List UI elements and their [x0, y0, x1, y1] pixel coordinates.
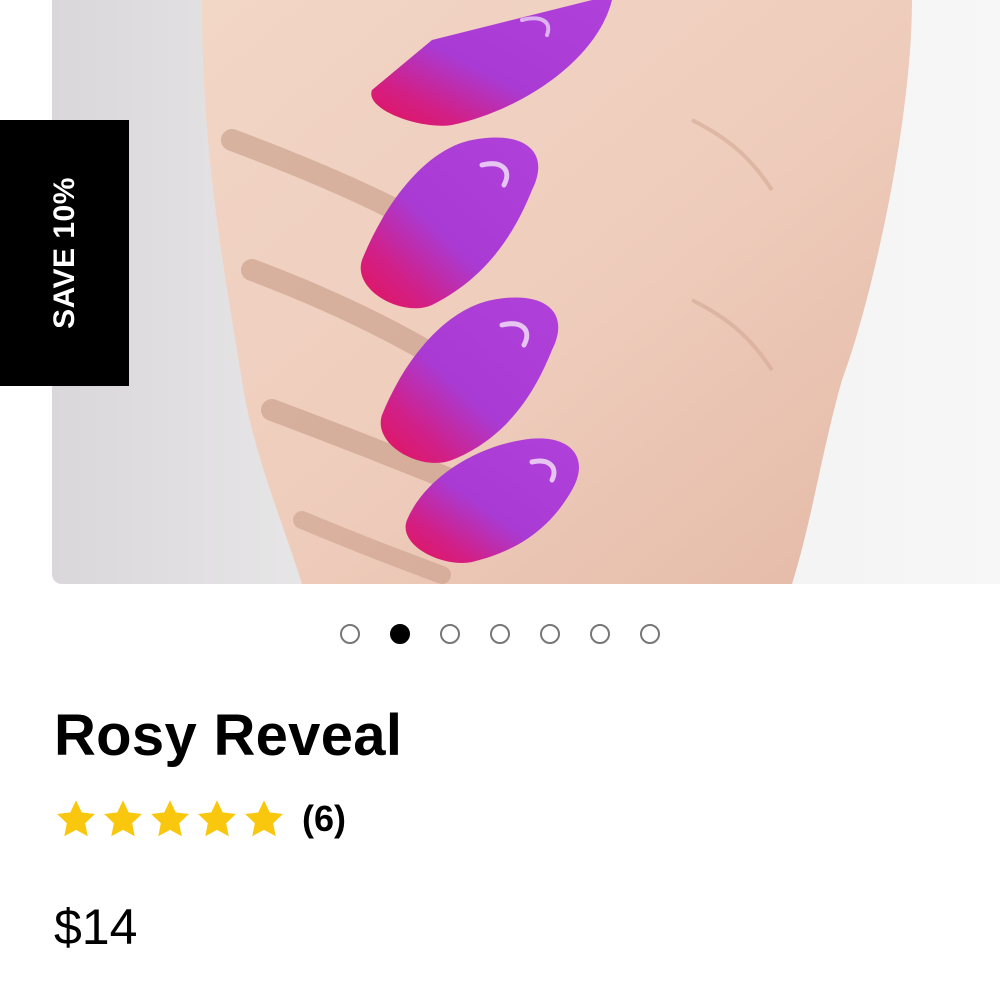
rating-stars: [54, 797, 286, 841]
product-image[interactable]: [52, 0, 1000, 584]
save-badge: SAVE 10%: [0, 120, 129, 386]
product-price: $14: [54, 899, 138, 955]
save-badge-label: SAVE 10%: [47, 177, 81, 329]
product-rating[interactable]: (6): [54, 797, 346, 841]
carousel-dot-4[interactable]: [490, 624, 510, 644]
carousel-dot-3[interactable]: [440, 624, 460, 644]
carousel-dot-6[interactable]: [590, 624, 610, 644]
carousel-dot-1[interactable]: [340, 624, 360, 644]
carousel-dot-2-active[interactable]: [390, 624, 410, 644]
star-icon: [151, 800, 189, 837]
carousel-pagination: [0, 624, 1000, 644]
star-icon: [104, 800, 142, 837]
review-count[interactable]: (6): [302, 798, 346, 840]
product-title: Rosy Reveal: [54, 703, 403, 768]
star-icon: [57, 800, 95, 837]
product-page: SAVE 10% Rosy Reveal (6) $14: [0, 0, 1000, 1000]
star-icon: [245, 800, 283, 837]
nails-photo: [52, 0, 1000, 584]
carousel-dot-5[interactable]: [540, 624, 560, 644]
carousel-dot-7[interactable]: [640, 624, 660, 644]
star-icon: [198, 800, 236, 837]
